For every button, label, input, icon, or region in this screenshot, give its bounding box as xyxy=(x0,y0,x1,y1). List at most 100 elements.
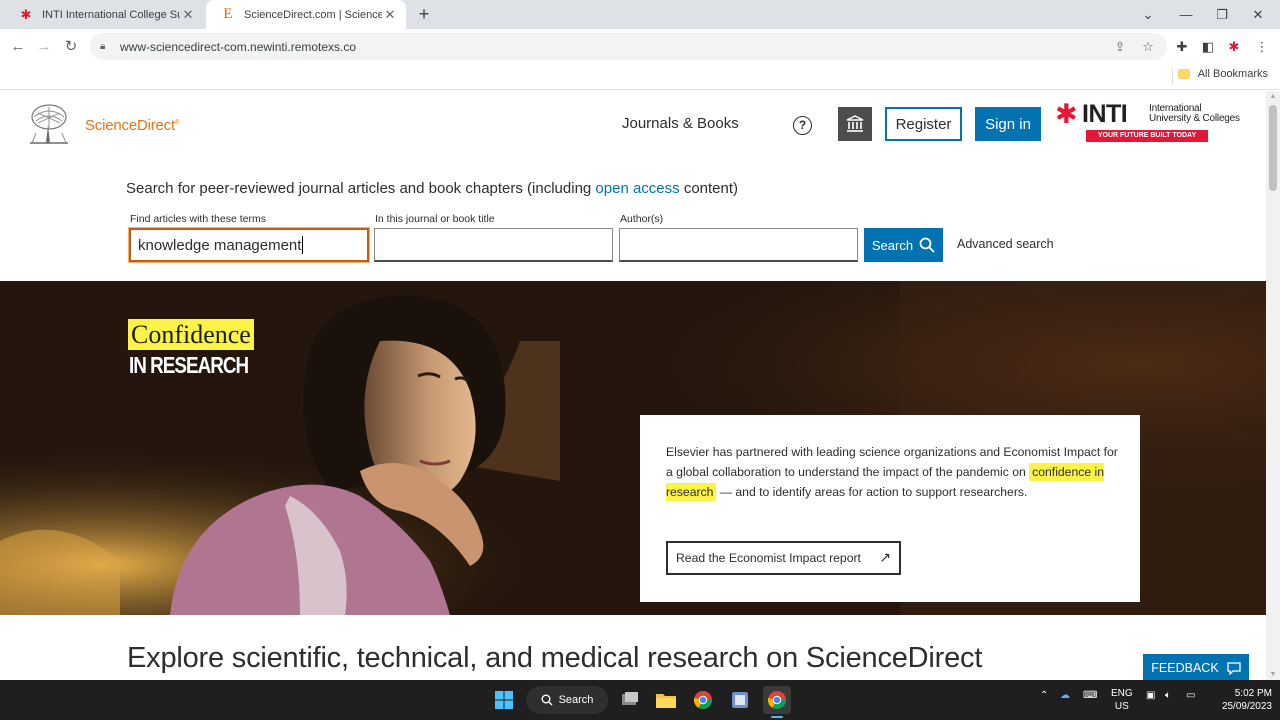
inti-wordmark: INTI xyxy=(1082,100,1128,128)
register-button[interactable]: Register xyxy=(885,107,962,141)
windows-start-icon[interactable] xyxy=(490,686,518,714)
tab-title: ScienceDirect.com | Science, health and … xyxy=(244,8,382,21)
taskbar-search-label: Search xyxy=(558,694,594,706)
address-bar[interactable]: 🔒︎ www-sciencedirect-com.newinti.remotex… xyxy=(90,33,1167,60)
language-code: ENG xyxy=(1111,688,1133,699)
windows-taskbar: Search ⌃ ☁ ⌨ ENG US ▣ 🔈︎ ▭ 5:02 PM 25/09… xyxy=(0,680,1280,720)
tab-title: INTI International College Subang xyxy=(42,8,180,21)
scroll-down-icon[interactable]: ▼ xyxy=(1269,671,1277,678)
tab-sciencedirect[interactable]: E ScienceDirect.com | Science, health an… xyxy=(206,0,406,29)
search-icon xyxy=(919,237,935,253)
institution-icon xyxy=(846,115,864,132)
extensions-icon[interactable]: ✚ xyxy=(1172,37,1192,57)
lock-icon: 🔒︎ xyxy=(100,41,106,52)
minimize-icon[interactable]: — xyxy=(1168,0,1204,29)
journals-books-link[interactable]: Journals & Books xyxy=(622,115,739,132)
network-icon[interactable]: ▣ xyxy=(1146,690,1155,701)
chrome-active-icon[interactable] xyxy=(763,686,791,714)
menu-icon[interactable]: ⋮ xyxy=(1252,37,1272,57)
feedback-button[interactable]: FEEDBACK xyxy=(1143,654,1249,680)
sciencedirect-page: ScienceDirect® Journals & Books ? Regist… xyxy=(0,91,1266,680)
tab-search-chevron-icon[interactable]: ⌄ xyxy=(1130,0,1166,29)
logo-text: ScienceDirect xyxy=(85,117,175,134)
browser-toolbar: ← → ↻ 🔒︎ www-sciencedirect-com.newinti.r… xyxy=(0,29,1280,63)
journal-input[interactable] xyxy=(374,228,613,262)
terms-label: Find articles with these terms xyxy=(130,213,266,225)
folder-icon xyxy=(1177,69,1190,79)
all-bookmarks[interactable]: All Bookmarks xyxy=(1177,68,1268,80)
inti-extension-icon[interactable]: ✱ xyxy=(1224,37,1244,57)
onedrive-icon[interactable]: ☁ xyxy=(1060,690,1070,701)
active-app-indicator xyxy=(771,716,783,718)
institution-button[interactable] xyxy=(838,107,872,141)
inti-favicon-icon: ✱ xyxy=(20,6,32,22)
help-icon[interactable]: ? xyxy=(793,116,812,135)
all-bookmarks-label: All Bookmarks xyxy=(1197,68,1268,80)
file-explorer-icon[interactable] xyxy=(652,686,680,714)
maximize-icon[interactable]: ❐ xyxy=(1204,0,1240,29)
clock-time: 5:02 PM xyxy=(1234,688,1272,699)
new-tab-icon[interactable]: + xyxy=(414,4,434,24)
logo-reg-mark: ® xyxy=(174,120,180,126)
elsevier-tree-logo-icon[interactable] xyxy=(26,103,72,145)
inti-tagline: YOUR FUTURE BUILT TODAY xyxy=(1086,130,1208,142)
inti-logo[interactable]: ✱ INTI International University & Colleg… xyxy=(1054,100,1244,144)
keyboard-icon[interactable]: ⌨ xyxy=(1083,690,1097,701)
search-heading-pre: Search for peer-reviewed journal article… xyxy=(126,180,596,197)
hero-info-card: Elsevier has partnered with leading scie… xyxy=(640,415,1140,602)
in-research-subtitle: IN RESEARCH xyxy=(129,352,249,378)
volume-icon[interactable]: 🔈︎ xyxy=(1165,690,1171,701)
author-input[interactable] xyxy=(619,228,858,262)
close-tab-icon[interactable]: ✕ xyxy=(382,7,398,23)
url-text: www-sciencedirect-com.newinti.remotexs.c… xyxy=(120,39,357,54)
region-code: US xyxy=(1114,701,1129,712)
terms-input[interactable]: knowledge management xyxy=(129,228,369,262)
journal-label: In this journal or book title xyxy=(375,213,495,225)
terms-input-value: knowledge management xyxy=(138,236,302,254)
bookmarks-bar: All Bookmarks xyxy=(0,63,1280,90)
elsevier-favicon-icon: E xyxy=(223,6,233,22)
scrollbar-thumb[interactable] xyxy=(1269,105,1277,191)
search-button-label: Search xyxy=(871,237,914,253)
open-access-link[interactable]: open access xyxy=(595,180,679,197)
sciencedirect-logo[interactable]: ScienceDirect® xyxy=(85,117,179,134)
scroll-up-icon[interactable]: ▲ xyxy=(1269,93,1277,100)
economist-report-button[interactable]: Read the Economist Impact report ↗ xyxy=(666,541,901,575)
taskbar-search[interactable]: Search xyxy=(526,686,608,714)
tab-inti[interactable]: ✱ INTI International College Subang ✕ xyxy=(4,0,204,29)
author-label: Author(s) xyxy=(620,213,664,225)
browser-tab-strip: ✱ INTI International College Subang ✕ E … xyxy=(0,0,1280,29)
forward-icon[interactable]: → xyxy=(32,34,56,58)
hero-description: Elsevier has partnered with leading scie… xyxy=(666,442,1121,502)
bookmark-star-icon[interactable]: ☆ xyxy=(1138,37,1158,57)
feedback-label: FEEDBACK xyxy=(1151,661,1219,675)
text-caret xyxy=(302,236,304,254)
clock[interactable]: 5:02 PM 25/09/2023 xyxy=(1208,687,1272,713)
reload-icon[interactable]: ↻ xyxy=(59,34,83,58)
tray-chevron-icon[interactable]: ⌃ xyxy=(1040,690,1048,701)
search-icon xyxy=(541,694,553,706)
close-tab-icon[interactable]: ✕ xyxy=(180,7,196,23)
confidence-title: Confidence xyxy=(128,319,254,350)
search-heading-post: content) xyxy=(679,180,739,197)
share-icon[interactable]: ⇪ xyxy=(1110,37,1130,57)
sign-in-button[interactable]: Sign in xyxy=(975,107,1041,141)
hero-banner: Confidence IN RESEARCH Elsevier has part… xyxy=(0,281,1266,615)
battery-icon[interactable]: ▭ xyxy=(1186,690,1195,701)
page-scrollbar[interactable]: ▲ ▼ xyxy=(1266,91,1280,680)
app-icon[interactable] xyxy=(726,686,754,714)
report-button-label: Read the Economist Impact report xyxy=(676,551,861,565)
side-panel-icon[interactable]: ◧ xyxy=(1198,37,1218,57)
close-window-icon[interactable]: ✕ xyxy=(1240,0,1276,29)
search-heading: Search for peer-reviewed journal article… xyxy=(126,180,738,197)
inti-star-icon: ✱ xyxy=(1055,99,1078,129)
chat-bubble-icon xyxy=(1227,661,1241,675)
back-icon[interactable]: ← xyxy=(6,34,30,58)
chrome-icon[interactable] xyxy=(689,686,717,714)
clock-date: 25/09/2023 xyxy=(1221,701,1272,712)
task-view-icon[interactable] xyxy=(616,686,644,714)
hero-text-part2: — and to identify areas for action to su… xyxy=(716,485,1028,499)
language-indicator[interactable]: ENG US xyxy=(1111,687,1133,713)
search-button[interactable]: Search xyxy=(864,228,943,262)
advanced-search-link[interactable]: Advanced search xyxy=(957,237,1054,251)
